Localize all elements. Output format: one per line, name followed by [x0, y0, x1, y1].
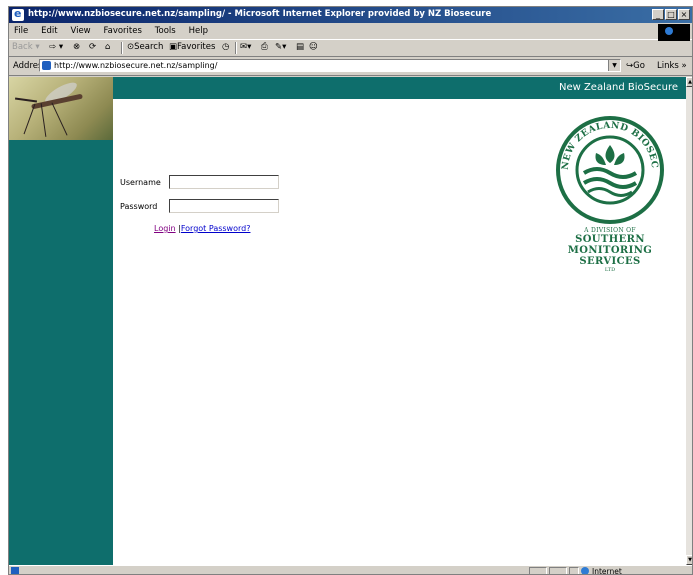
- toolbar: Back ▾ ⇨ ▾ ⊗ ⟳ ⌂ ⊙Search ▣Favorites ◷ ✉▾…: [9, 40, 692, 57]
- close-button[interactable]: ×: [678, 9, 690, 20]
- discuss-icon[interactable]: ▤: [296, 42, 304, 52]
- logo-line-3: MONITORING: [567, 245, 653, 256]
- edit-icon[interactable]: ✎▾: [275, 42, 286, 52]
- scroll-up-icon[interactable]: ▲: [686, 77, 692, 87]
- globe-icon: [581, 567, 589, 574]
- logo-line-4: SERVICES: [579, 256, 641, 267]
- go-button[interactable]: ↪Go: [626, 61, 645, 71]
- title-bar[interactable]: http://www.nzbiosecure.net.nz/sampling/ …: [9, 7, 692, 23]
- password-input[interactable]: [169, 199, 279, 213]
- menu-view[interactable]: View: [65, 23, 95, 36]
- back-button[interactable]: Back ▾: [12, 42, 40, 52]
- logo-line-1: A DIVISION OF: [584, 227, 636, 234]
- mosquito-leg: [23, 103, 36, 135]
- toolbar-divider: [121, 42, 123, 54]
- page-viewport: New Zealand BioSecure Username Password …: [9, 77, 686, 565]
- window-title: http://www.nzbiosecure.net.nz/sampling/ …: [28, 9, 492, 19]
- stop-icon[interactable]: ⊗: [73, 42, 80, 52]
- browser-window: http://www.nzbiosecure.net.nz/sampling/ …: [8, 6, 693, 575]
- login-links: Login |Forgot Password?: [154, 224, 250, 233]
- mail-icon[interactable]: ✉▾: [240, 42, 251, 52]
- password-label: Password: [120, 202, 158, 211]
- windows-logo-icon: [658, 24, 690, 41]
- status-pane: [549, 567, 567, 574]
- status-pane: [569, 567, 579, 574]
- menu-favorites[interactable]: Favorites: [99, 23, 147, 36]
- address-bar: Address http://www.nzbiosecure.net.nz/sa…: [9, 57, 692, 76]
- vertical-scrollbar[interactable]: ▲ ▼: [686, 77, 692, 565]
- status-bar: Internet: [9, 565, 692, 574]
- mosquito-photo: [9, 77, 113, 140]
- page-icon: [42, 61, 51, 70]
- brand-title: New Zealand BioSecure: [558, 82, 678, 93]
- messenger-icon[interactable]: ☺: [309, 42, 318, 52]
- search-button[interactable]: ⊙Search: [127, 42, 163, 52]
- nz-biosecure-logo: NEW ZEALAND BIOSECURE A DIVISION OF SOUT…: [550, 108, 666, 273]
- address-url: http://www.nzbiosecure.net.nz/sampling/: [54, 61, 218, 70]
- menu-file[interactable]: File: [9, 23, 33, 36]
- page-status-icon: [11, 567, 19, 574]
- security-zone: Internet: [581, 567, 622, 574]
- menu-tools[interactable]: Tools: [150, 23, 181, 36]
- forward-button[interactable]: ⇨ ▾: [49, 42, 63, 52]
- address-input[interactable]: http://www.nzbiosecure.net.nz/sampling/ …: [39, 59, 621, 72]
- logo-emblem: NEW ZEALAND BIOSECURE: [550, 108, 664, 224]
- status-pane: [529, 567, 547, 574]
- print-icon[interactable]: ⎙: [261, 42, 268, 52]
- menu-bar: File Edit View Favorites Tools Help: [9, 23, 692, 41]
- mosquito-leg: [40, 103, 47, 137]
- menu-edit[interactable]: Edit: [36, 23, 62, 36]
- address-dropdown-icon[interactable]: ▼: [608, 60, 620, 71]
- login-link[interactable]: Login: [154, 224, 176, 233]
- maximize-button[interactable]: □: [665, 9, 677, 20]
- favorites-button[interactable]: ▣Favorites: [169, 42, 215, 52]
- logo-line-5: LTD: [604, 267, 616, 273]
- minimize-button[interactable]: _: [652, 9, 664, 20]
- toolbar-divider: [235, 42, 237, 54]
- logo-line-2: SOUTHERN: [575, 234, 645, 245]
- username-input[interactable]: [169, 175, 279, 189]
- links-button[interactable]: Links »: [657, 61, 687, 71]
- forgot-password-link[interactable]: Forgot Password?: [181, 224, 251, 233]
- username-label: Username: [120, 178, 161, 187]
- history-icon[interactable]: ◷: [222, 42, 229, 52]
- menu-help[interactable]: Help: [184, 23, 213, 36]
- logo-text: A DIVISION OF SOUTHERN MONITORING SERVIC…: [554, 227, 666, 273]
- scroll-down-icon[interactable]: ▼: [686, 555, 692, 565]
- refresh-icon[interactable]: ⟳: [89, 42, 96, 52]
- ie-icon: [12, 7, 24, 21]
- mosquito-leg: [51, 102, 68, 136]
- header-banner: New Zealand BioSecure: [113, 77, 686, 99]
- home-icon[interactable]: ⌂: [105, 42, 110, 52]
- mosquito-proboscis: [14, 97, 38, 103]
- left-column: [9, 77, 113, 565]
